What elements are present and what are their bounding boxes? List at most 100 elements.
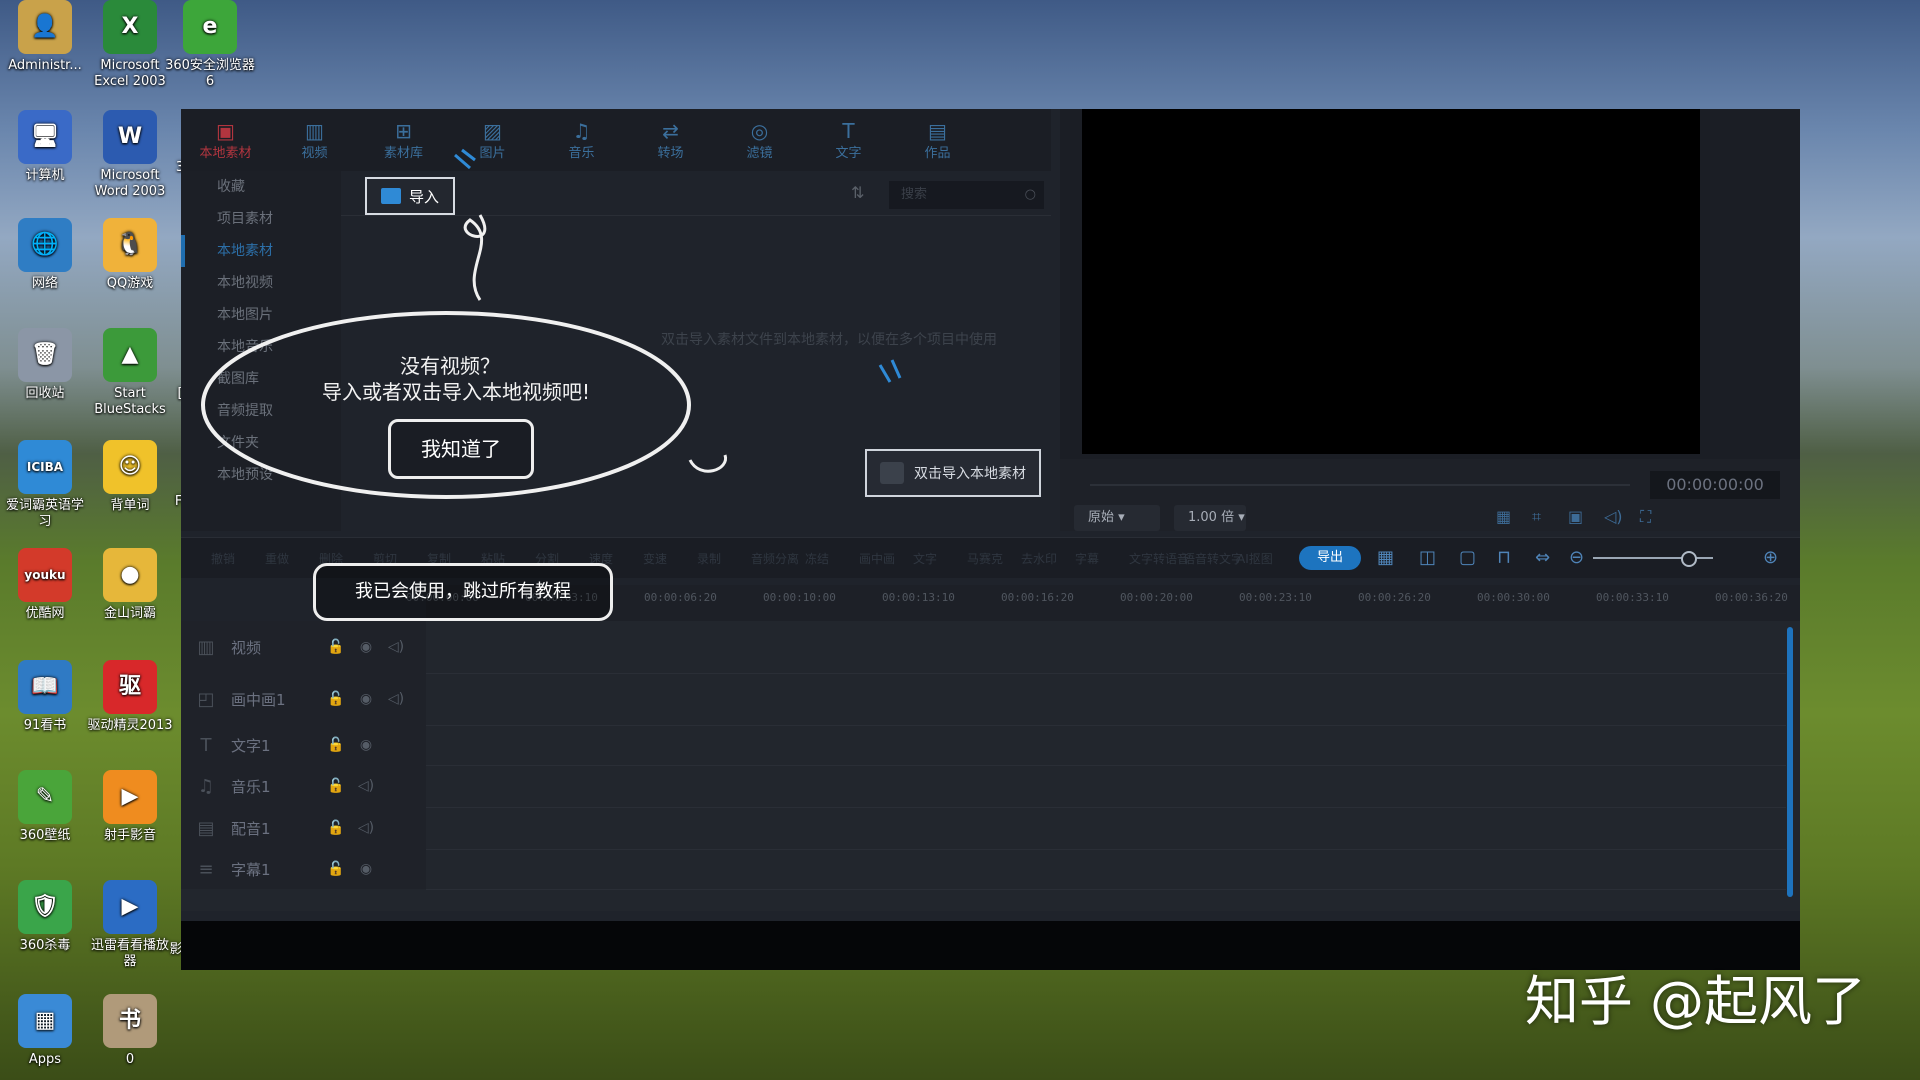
tab-gift[interactable]: ⊞ 素材库 <box>359 109 448 171</box>
mute-icon[interactable]: ◁) <box>381 691 411 707</box>
lock-icon[interactable]: 🔓 <box>321 737 351 753</box>
lock-icon[interactable]: 🔓 <box>321 639 351 655</box>
edit-tool[interactable]: 文字转语音 <box>1129 550 1189 567</box>
desktop-icon[interactable]: e 360安全浏览器6 <box>165 0 255 90</box>
tab-folder[interactable]: ▣ 本地素材 <box>181 109 270 171</box>
split-view-icon[interactable]: ◫ <box>1419 547 1436 568</box>
tab-filter[interactable]: ◎ 滤镜 <box>715 109 804 171</box>
desktop-icon[interactable]: ▶ 射手影音 <box>85 770 175 844</box>
desktop-icon[interactable]: ICIBA 爱词霸英语学习 <box>0 440 90 530</box>
visibility-icon[interactable]: ◉ <box>351 737 381 753</box>
lock-icon[interactable]: 🔓 <box>321 861 351 877</box>
edit-tool[interactable]: 画中画 <box>859 550 895 567</box>
snapshot-icon[interactable]: ⌗ <box>1532 507 1541 527</box>
tab-film[interactable]: ▥ 视频 <box>270 109 359 171</box>
marker-icon[interactable]: ⊓ <box>1497 547 1511 568</box>
timeline-scrollbar[interactable] <box>1787 627 1793 897</box>
desktop-icon[interactable]: 👤 Administr... <box>0 0 90 74</box>
tab-transition[interactable]: ⇄ 转场 <box>626 109 715 171</box>
track-fit-icon[interactable]: ▦ <box>1377 547 1394 568</box>
mute-icon[interactable]: ◁) <box>351 778 381 794</box>
sidebar-item[interactable]: 音频提取 <box>181 395 341 427</box>
edit-tool[interactable]: 重做 <box>265 550 289 567</box>
track-lane[interactable] <box>426 849 1786 890</box>
fit-width-icon[interactable]: ⇔ <box>1535 547 1550 568</box>
desktop-icon[interactable]: ● 金山词霸 <box>85 548 175 622</box>
volume-icon[interactable]: ◁) <box>1604 507 1623 526</box>
desktop-icon[interactable]: ☺ 背单词 <box>85 440 175 514</box>
track-lane[interactable] <box>426 621 1786 674</box>
edit-tool[interactable]: AI抠图 <box>1237 550 1273 567</box>
desktop-icon[interactable]: ▶ 迅雷看看播放器 <box>85 880 175 970</box>
timeline-ruler[interactable]: 00:00:00:00 00:00:03:10 00:00:06:20 00:00:1… <box>406 585 1800 621</box>
sort-icon[interactable]: ⇅ <box>851 183 864 202</box>
sidebar-item[interactable]: 项目素材 <box>181 203 341 235</box>
mute-icon[interactable]: ◁) <box>381 639 411 655</box>
visibility-icon[interactable]: ◉ <box>351 691 381 707</box>
desktop-icon[interactable]: W Microsoft Word 2003 <box>85 110 175 200</box>
edit-tool[interactable]: 语音转文字 <box>1183 550 1243 567</box>
desktop-icon[interactable]: 🗑 回收站 <box>0 328 90 402</box>
edit-tool[interactable]: 文字 <box>913 550 937 567</box>
sidebar-item[interactable]: 截图库 <box>181 363 341 395</box>
search-input[interactable]: 搜索 ○ <box>889 181 1044 209</box>
tab-text[interactable]: T 文字 <box>804 109 893 171</box>
tab-music[interactable]: ♫ 音乐 <box>537 109 626 171</box>
grid-icon[interactable]: ▢ <box>1459 547 1476 568</box>
desktop-icon[interactable]: youku 优酷网 <box>0 548 90 622</box>
export-button[interactable]: 导出 <box>1299 546 1361 570</box>
sidebar-item[interactable]: 收藏 <box>181 171 341 203</box>
double-click-import-button[interactable]: 双击导入本地素材 <box>865 449 1041 497</box>
playback-slider[interactable] <box>1090 484 1630 486</box>
skip-tutorial-button[interactable]: 我已会使用，跳过所有教程 <box>313 563 613 621</box>
sidebar-item[interactable]: 文件夹 <box>181 427 341 459</box>
edit-tool[interactable]: 字幕 <box>1075 550 1099 567</box>
zoom-out-icon[interactable]: ⊖ <box>1569 547 1584 568</box>
save-icon[interactable]: ▣ <box>1568 507 1583 526</box>
tab-image[interactable]: ▨ 图片 <box>448 109 537 171</box>
aspect-ratio-select[interactable]: 原始 ▾ <box>1074 505 1160 531</box>
mute-icon[interactable]: ◁) <box>351 820 381 836</box>
desktop-icon[interactable]: 🌐 网络 <box>0 218 90 292</box>
desktop-icon[interactable]: ▦ Apps <box>0 994 90 1068</box>
zoom-slider-handle[interactable] <box>1681 551 1697 567</box>
tab-works[interactable]: ▤ 作品 <box>893 109 982 171</box>
track-lane[interactable] <box>426 725 1786 766</box>
lock-icon[interactable]: 🔓 <box>321 820 351 836</box>
edit-tool[interactable]: 撤销 <box>211 550 235 567</box>
edit-tool[interactable]: 变速 <box>643 550 667 567</box>
edit-tool[interactable]: 去水印 <box>1021 550 1057 567</box>
track-lane[interactable] <box>426 765 1786 808</box>
track-lane[interactable] <box>426 807 1786 850</box>
search-icon[interactable]: ○ <box>1025 181 1036 209</box>
lock-icon[interactable]: 🔓 <box>321 691 351 707</box>
sidebar-item[interactable]: 本地预设 <box>181 459 341 491</box>
speed-select[interactable]: 1.00 倍 ▾ <box>1174 505 1246 531</box>
sidebar-item[interactable]: 本地视频 <box>181 267 341 299</box>
visibility-icon[interactable]: ◉ <box>351 861 381 877</box>
desktop-icon[interactable]: 书0 <box>85 994 175 1068</box>
visibility-icon[interactable]: ◉ <box>351 639 381 655</box>
edit-tool[interactable]: 音频分离 <box>751 550 799 567</box>
lock-icon[interactable]: 🔓 <box>321 778 351 794</box>
fullscreen-icon[interactable]: ⛶ <box>1640 507 1651 527</box>
desktop-icon[interactable]: ▲ Start BlueStacks <box>85 328 175 418</box>
desktop-icon[interactable]: X Microsoft Excel 2003 <box>85 0 175 90</box>
sidebar-item[interactable]: 本地素材 <box>181 235 341 267</box>
desktop-icon[interactable]: 🖥 计算机 <box>0 110 90 184</box>
desktop-icon[interactable]: 🛡 360杀毒 <box>0 880 90 954</box>
sidebar-item[interactable]: 本地图片 <box>181 299 341 331</box>
track-lane[interactable] <box>426 673 1786 726</box>
got-it-button[interactable]: 我知道了 <box>388 419 534 479</box>
zoom-in-icon[interactable]: ⊕ <box>1763 547 1778 568</box>
desktop-icon[interactable]: 📖 91看书 <box>0 660 90 734</box>
desktop-icon[interactable]: 🐧 QQ游戏 <box>85 218 175 292</box>
sidebar-item[interactable]: 本地音乐 <box>181 331 341 363</box>
layout-icon[interactable]: ▦ <box>1496 507 1511 526</box>
desktop-icon[interactable]: 驱驱动精灵2013 <box>85 660 175 734</box>
desktop-icon[interactable]: ✎ 360壁纸 <box>0 770 90 844</box>
edit-tool[interactable]: 马赛克 <box>967 550 1003 567</box>
import-button[interactable]: 导入 <box>365 177 455 215</box>
edit-tool[interactable]: 录制 <box>697 550 721 567</box>
edit-tool[interactable]: 冻结 <box>805 550 829 567</box>
